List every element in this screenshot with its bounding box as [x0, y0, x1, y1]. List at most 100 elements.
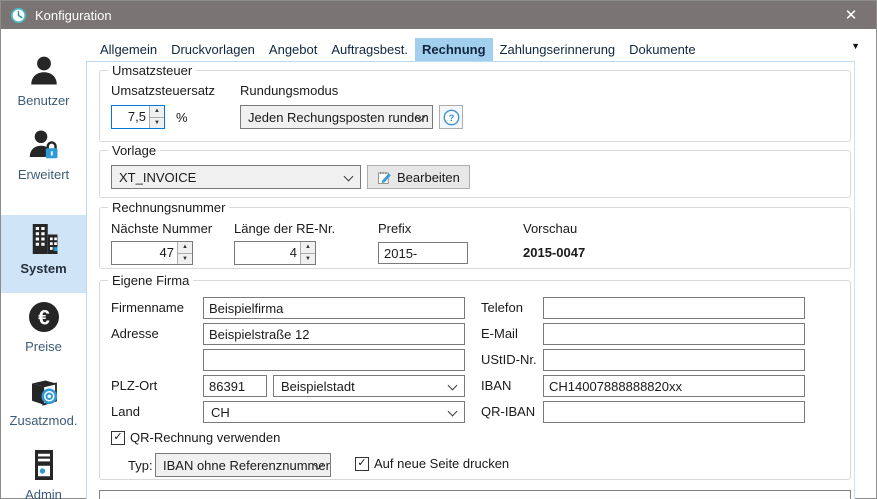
- iban-input[interactable]: [543, 375, 805, 397]
- help-button[interactable]: ?: [439, 105, 463, 129]
- bearbeiten-button[interactable]: Bearbeiten: [367, 165, 470, 189]
- neue-seite-checkbox[interactable]: ✓ Auf neue Seite drucken: [355, 456, 509, 471]
- group-vorlage: Vorlage XT_INVOICE Bearbeiten: [99, 150, 851, 198]
- user-lock-icon: [26, 127, 62, 163]
- firmenname-label: Firmenname: [111, 300, 184, 315]
- server-icon: [26, 447, 62, 483]
- check-icon: ✓: [113, 432, 122, 443]
- spin-down-icon[interactable]: ▼: [150, 117, 164, 129]
- vorlage-select[interactable]: XT_INVOICE: [111, 165, 361, 189]
- tab-druckvorlagen[interactable]: Druckvorlagen: [164, 38, 262, 61]
- typ-label: Typ:: [128, 458, 153, 473]
- checkbox-checked[interactable]: ✓: [355, 457, 369, 471]
- sidebar: Benutzer Erweitert: [1, 29, 86, 498]
- adresse2-input[interactable]: [203, 349, 465, 371]
- prefix-input[interactable]: [378, 242, 468, 264]
- spin-up-icon[interactable]: ▲: [178, 242, 192, 253]
- sidebar-item-label: Admin: [1, 487, 86, 499]
- naechste-nummer-label: Nächste Nummer: [111, 221, 212, 236]
- vorlage-value: XT_INVOICE: [119, 170, 196, 185]
- naechste-nummer-value: 47: [112, 242, 177, 264]
- window-title: Konfiguration: [35, 8, 112, 23]
- rundungsmodus-label: Rundungsmodus: [240, 83, 338, 98]
- group-rechnungsnummer: Rechnungsnummer Nächste Nummer 47 ▲ ▼ Lä…: [99, 207, 851, 269]
- tab-allgemein[interactable]: Allgemein: [93, 38, 164, 61]
- title-bar: Konfiguration ✕: [1, 1, 876, 29]
- land-label: Land: [111, 404, 140, 419]
- qr-iban-input[interactable]: [543, 401, 805, 423]
- plz-input[interactable]: [203, 375, 267, 397]
- tab-rechnung[interactable]: Rechnung: [415, 38, 493, 61]
- user-icon: [26, 53, 62, 89]
- sidebar-item-zusatzmod[interactable]: Zusatzmod.: [1, 367, 86, 441]
- iban-label: IBAN: [481, 378, 511, 393]
- tab-dokumente[interactable]: Dokumente: [622, 38, 702, 61]
- svg-text:€: €: [38, 307, 50, 330]
- qr-iban-label: QR-IBAN: [481, 404, 535, 419]
- umsatzsteuersatz-spinner[interactable]: 7,5 ▲ ▼: [111, 105, 165, 129]
- sidebar-item-erweitert[interactable]: Erweitert: [1, 121, 86, 195]
- telefon-label: Telefon: [481, 300, 523, 315]
- sidebar-item-label: Preise: [1, 339, 86, 354]
- spin-up-icon[interactable]: ▲: [150, 106, 164, 117]
- chevron-down-icon: [344, 172, 354, 182]
- group-label: Rechnungsnummer: [108, 200, 229, 215]
- land-value: CH: [211, 405, 230, 420]
- rundungsmodus-select[interactable]: Jeden Rechungsposten runden: [240, 105, 433, 129]
- email-input[interactable]: [543, 323, 805, 345]
- sidebar-item-label: Zusatzmod.: [1, 413, 86, 428]
- laenge-value: 4: [235, 242, 300, 264]
- sidebar-item-label: Benutzer: [1, 93, 86, 108]
- land-select[interactable]: CH: [203, 401, 465, 423]
- laenge-label: Länge der RE-Nr.: [234, 221, 335, 236]
- typ-value: IBAN ohne Referenznummer: [163, 458, 330, 473]
- group-label: Eigene Firma: [108, 273, 193, 288]
- sidebar-item-system[interactable]: System: [1, 215, 86, 293]
- ort-value: Beispielstadt: [281, 379, 355, 394]
- laenge-spinner[interactable]: 4 ▲ ▼: [234, 241, 316, 265]
- close-icon[interactable]: ✕: [834, 1, 868, 29]
- sidebar-item-label: System: [1, 261, 86, 276]
- prefix-label: Prefix: [378, 221, 411, 236]
- sidebar-item-admin[interactable]: Admin: [1, 441, 86, 499]
- spin-down-icon[interactable]: ▼: [301, 253, 315, 265]
- tab-angebot[interactable]: Angebot: [262, 38, 324, 61]
- checkbox-checked[interactable]: ✓: [111, 431, 125, 445]
- bearbeiten-label: Bearbeiten: [397, 170, 460, 185]
- chevron-down-icon: [448, 381, 458, 391]
- naechste-nummer-spinner[interactable]: 47 ▲ ▼: [111, 241, 193, 265]
- umsatzsteuersatz-label: Umsatzsteuersatz: [111, 83, 215, 98]
- spin-down-icon[interactable]: ▼: [178, 253, 192, 265]
- rundungsmodus-value: Jeden Rechungsposten runden: [248, 110, 429, 125]
- group-label: Vorlage: [108, 143, 160, 158]
- spin-up-icon[interactable]: ▲: [301, 242, 315, 253]
- sidebar-item-preise[interactable]: € Preise: [1, 293, 86, 367]
- telefon-input[interactable]: [543, 297, 805, 319]
- ort-select[interactable]: Beispielstadt: [273, 375, 465, 397]
- umsatzsteuersatz-value: 7,5: [112, 106, 149, 128]
- plz-ort-label: PLZ-Ort: [111, 378, 157, 393]
- tab-auftragsbest[interactable]: Auftragsbest.: [324, 38, 415, 61]
- adresse-input[interactable]: [203, 323, 465, 345]
- firmenname-input[interactable]: [203, 297, 465, 319]
- tab-overflow-icon[interactable]: ▼: [851, 41, 860, 51]
- sidebar-item-benutzer[interactable]: Benutzer: [1, 47, 86, 121]
- check-icon: ✓: [357, 458, 366, 469]
- sidebar-item-label: Erweitert: [1, 167, 86, 182]
- tab-zahlungserinnerung[interactable]: Zahlungserinnerung: [493, 38, 623, 61]
- rechnung-tab-panel: Umsatzsteuer Umsatzsteuersatz 7,5 ▲ ▼ % …: [86, 61, 855, 499]
- help-icon: ?: [443, 109, 460, 126]
- percent-label: %: [176, 110, 188, 125]
- ustid-input[interactable]: [543, 349, 805, 371]
- svg-text:?: ?: [448, 112, 454, 122]
- configuration-window: Konfiguration ✕ Benutzer Erweitert: [0, 0, 877, 499]
- qr-rechnung-checkbox[interactable]: ✓ QR-Rechnung verwenden: [111, 430, 280, 445]
- group-label: Umsatzsteuer: [108, 63, 196, 78]
- group-eigene-firma: Eigene Firma Firmenname Telefon Adresse …: [99, 280, 851, 480]
- edit-pencil-icon: [377, 170, 392, 185]
- adresse-label: Adresse: [111, 326, 159, 341]
- qr-rechnung-label: QR-Rechnung verwenden: [130, 430, 280, 445]
- neue-seite-label: Auf neue Seite drucken: [374, 456, 509, 471]
- typ-select[interactable]: IBAN ohne Referenznummer: [155, 453, 331, 477]
- vorschau-label: Vorschau: [523, 221, 577, 236]
